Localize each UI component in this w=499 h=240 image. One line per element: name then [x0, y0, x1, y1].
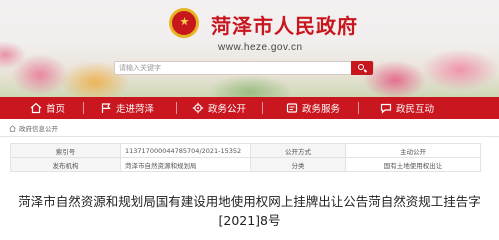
search-icon [358, 64, 364, 70]
main-nav: 首页 走进菏泽 政务公开 政务服务 政民互动 [0, 97, 499, 119]
search-input[interactable] [119, 62, 339, 74]
national-emblem-icon [169, 8, 199, 38]
nav-divider [358, 102, 359, 114]
nav-label: 政民互动 [396, 104, 435, 115]
site-title[interactable]: 菏泽市人民政府 [211, 10, 358, 39]
nav-item-interaction[interactable]: 政民互动 [380, 97, 434, 119]
breadcrumb: 政府信息公开 [9, 123, 58, 133]
home-icon [30, 102, 42, 114]
breadcrumb-current[interactable]: 政府信息公开 [19, 123, 58, 133]
type-value: 国有土地使用权出让 [345, 157, 481, 172]
search-box [114, 61, 374, 75]
nav-item-about[interactable]: 走进菏泽 [100, 97, 154, 119]
org-value: 菏泽市自然资源和规划局 [120, 157, 251, 172]
nav-divider [262, 102, 263, 114]
nav-divider [83, 102, 84, 114]
divider [0, 136, 499, 137]
service-icon [286, 102, 298, 114]
site-url: www.heze.gov.cn [218, 42, 303, 53]
flag-icon [100, 102, 112, 114]
document-title: 菏泽市自然资源和规划局国有建设用地使用权网上挂牌出让公告菏自然资规工挂告字[20… [18, 194, 481, 228]
info-table: 索引号 11371700004478570​4/2021-15352 公开方式 … [10, 143, 481, 172]
nav-label: 政务服务 [302, 104, 341, 115]
breadcrumb-home-icon[interactable] [9, 124, 16, 132]
nav-label: 走进菏泽 [116, 104, 155, 115]
search-button[interactable] [351, 61, 373, 75]
gear-icon [192, 102, 204, 114]
table-row: 索引号 11371700004478570​4/2021-15352 公开方式 … [10, 143, 481, 158]
chat-icon [380, 102, 392, 114]
index-value: 11371700004478570​4/2021-15352 [120, 143, 251, 158]
index-label: 索引号 [10, 143, 121, 158]
table-row: 发布机构 菏泽市自然资源和规划局 分类 国有土地使用权出让 [10, 157, 481, 172]
nav-label: 政务公开 [208, 104, 247, 115]
nav-item-services[interactable]: 政务服务 [286, 97, 340, 119]
org-label: 发布机构 [10, 157, 121, 172]
type-label: 分类 [250, 157, 346, 172]
nav-item-home[interactable]: 首页 [30, 97, 65, 119]
nav-item-open-gov[interactable]: 政务公开 [192, 97, 246, 119]
nav-label: 首页 [46, 104, 66, 115]
nav-divider [176, 102, 177, 114]
category-value: 主动公开 [345, 143, 481, 158]
category-label: 公开方式 [250, 143, 346, 158]
